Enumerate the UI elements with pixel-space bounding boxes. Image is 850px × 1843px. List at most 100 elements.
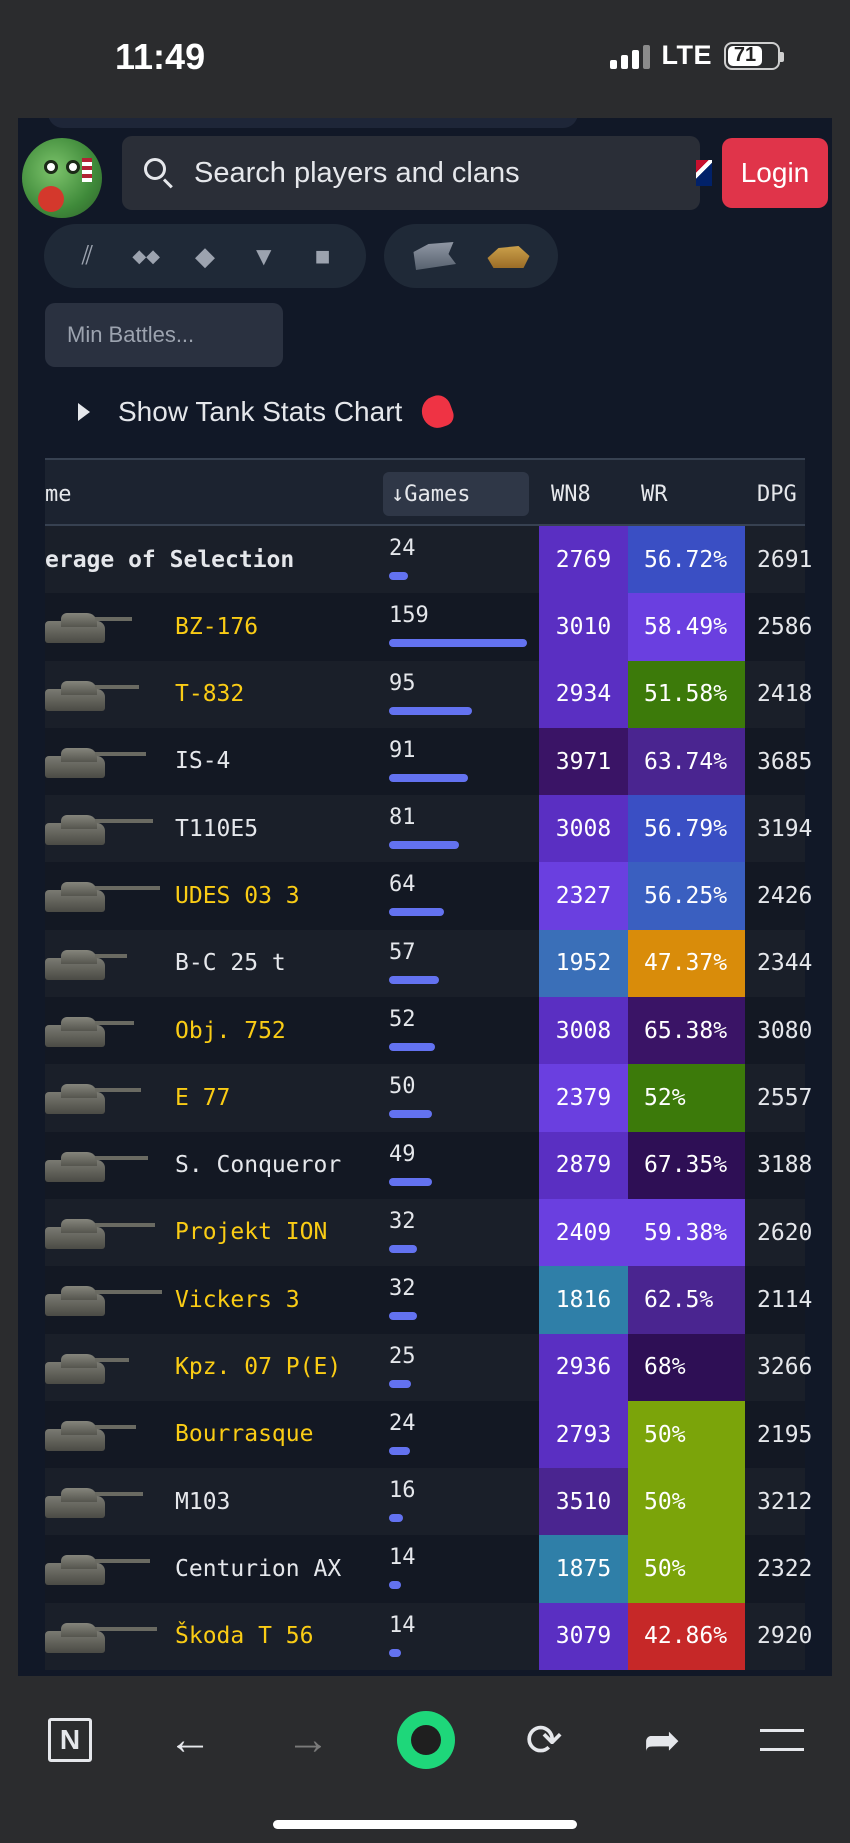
table-row[interactable]: Projekt ION 32 2409 59.38% 2620 xyxy=(45,1198,812,1267)
login-button[interactable]: Login xyxy=(722,138,828,208)
forward-arrow-icon[interactable]: → xyxy=(278,1712,338,1768)
wn8-cell: 3971 xyxy=(539,727,628,796)
tier-x-icon[interactable]: ⫽ xyxy=(67,236,107,276)
winrate-cell: 59.38% xyxy=(628,1198,745,1267)
share-icon[interactable]: ➦ xyxy=(632,1712,692,1768)
column-header-dpg[interactable]: DPG xyxy=(757,460,797,528)
tank-name[interactable]: IS-4 xyxy=(175,728,230,795)
min-battles-input[interactable]: Min Battles... xyxy=(45,303,283,367)
tank-name[interactable]: Vickers 3 xyxy=(175,1266,300,1333)
dpg-cell: 3080 xyxy=(757,1017,813,1044)
diamond-icon[interactable]: ◆ xyxy=(185,236,225,276)
page-margin-left xyxy=(0,118,18,1676)
home-indicator[interactable] xyxy=(273,1820,577,1829)
notion-icon[interactable]: N xyxy=(40,1712,100,1768)
dpg-cell: 2114 xyxy=(757,1286,813,1313)
tank-name[interactable]: erage of Selection xyxy=(45,526,294,593)
table-row[interactable]: Centurion AX 14 1875 50% 2322 xyxy=(45,1535,812,1603)
tank-name[interactable]: Projekt ION xyxy=(175,1199,327,1266)
square-icon[interactable]: ■ xyxy=(303,236,343,276)
column-header-wn8[interactable]: WN8 xyxy=(551,460,591,528)
table-row[interactable]: Vickers 3 32 1816 62.5% 2114 xyxy=(45,1266,812,1334)
table-row[interactable]: IS-4 91 3971 63.74% 3685 xyxy=(45,727,812,796)
tank-type-heavy-icon[interactable] xyxy=(413,242,456,270)
table-row[interactable]: E 77 50 2379 52% 2557 xyxy=(45,1064,812,1132)
games-count: 32 xyxy=(389,1276,416,1302)
tank-name[interactable]: BZ-176 xyxy=(175,593,258,660)
games-count: 50 xyxy=(389,1074,416,1100)
games-bar xyxy=(389,1514,403,1523)
dpg-cell: 2195 xyxy=(757,1421,813,1448)
column-header-games[interactable]: ↓Games xyxy=(383,472,529,516)
tank-name[interactable]: Centurion AX xyxy=(175,1535,341,1602)
browser-bottom-bar: N ← → ⟳ ➦ xyxy=(0,1676,850,1843)
triangle-down-icon[interactable]: ▼ xyxy=(244,236,284,276)
table-body: erage of Selection 24 2769 56.72% 2691 BZ-176… xyxy=(45,526,812,1671)
wn8-cell: 3079 xyxy=(539,1602,628,1671)
winrate-cell: 52% xyxy=(628,1064,745,1132)
wn8-cell: 2769 xyxy=(539,526,628,594)
tier-ix-icon[interactable]: ◆◆ xyxy=(126,236,166,276)
tank-name[interactable]: S. Conqueror xyxy=(175,1132,341,1199)
games-count: 16 xyxy=(389,1478,416,1504)
tank-name[interactable]: Obj. 752 xyxy=(175,997,286,1064)
web-page[interactable]: Search players and clans Login ⫽ ◆◆ ◆ ▼ … xyxy=(18,118,832,1676)
table-row[interactable]: B-C 25 t 57 1952 47.37% 2344 xyxy=(45,929,812,998)
dpg-cell: 2426 xyxy=(757,883,813,910)
table-row[interactable]: UDES 03 3 64 2327 56.25% 2426 xyxy=(45,862,812,930)
table-row[interactable]: M103 16 3510 50% 3212 xyxy=(45,1468,812,1536)
games-count: 64 xyxy=(389,872,416,898)
wn8-cell: 3008 xyxy=(539,997,628,1065)
tank-type-gold-icon[interactable] xyxy=(487,246,530,268)
table-row[interactable]: Kpz. 07 P(E) 25 2936 68% 3266 xyxy=(45,1333,812,1401)
column-header-wr[interactable]: WR xyxy=(641,460,668,528)
wn8-cell: 3008 xyxy=(539,795,628,863)
games-bar xyxy=(389,572,408,580)
opera-icon[interactable] xyxy=(396,1711,456,1769)
table-row[interactable]: S. Conqueror 49 2879 67.35% 3188 xyxy=(45,1131,812,1199)
disclosure-triangle-icon xyxy=(78,403,90,421)
dpg-cell: 2620 xyxy=(757,1219,813,1246)
games-count: 91 xyxy=(389,737,416,763)
header-pill xyxy=(48,118,578,128)
table-row[interactable]: Obj. 752 52 3008 65.38% 3080 xyxy=(45,997,812,1065)
search-input[interactable]: Search players and clans xyxy=(122,136,700,210)
dpg-cell: 2557 xyxy=(757,1085,813,1112)
dpg-cell: 2418 xyxy=(757,681,813,708)
table-row[interactable]: Škoda T 56 14 3079 42.86% 2920 xyxy=(45,1602,812,1671)
games-count: 25 xyxy=(389,1343,416,1369)
table-row[interactable]: T110E5 81 3008 56.79% 3194 xyxy=(45,795,812,863)
reload-icon[interactable]: ⟳ xyxy=(514,1712,574,1768)
tank-name[interactable]: Škoda T 56 xyxy=(175,1603,313,1670)
dpg-cell: 3188 xyxy=(757,1152,813,1179)
tank-name[interactable]: T110E5 xyxy=(175,795,258,862)
menu-icon[interactable] xyxy=(752,1712,812,1768)
tank-name[interactable]: Bourrasque xyxy=(175,1401,313,1468)
tank-name[interactable]: UDES 03 3 xyxy=(175,862,300,929)
uk-flag-icon[interactable] xyxy=(696,160,712,186)
red-blob-icon xyxy=(417,391,457,433)
column-header-name[interactable]: me xyxy=(45,460,72,528)
winrate-cell: 50% xyxy=(628,1535,745,1603)
summary-row[interactable]: erage of Selection 24 2769 56.72% 2691 xyxy=(45,526,812,594)
back-arrow-icon[interactable]: ← xyxy=(160,1712,220,1768)
table-row[interactable]: Bourrasque 24 2793 50% 2195 xyxy=(45,1400,812,1469)
tank-name[interactable]: Kpz. 07 P(E) xyxy=(175,1334,341,1401)
games-count: 24 xyxy=(389,536,416,561)
games-count: 57 xyxy=(389,939,416,965)
winrate-cell: 56.25% xyxy=(628,862,745,930)
table-row[interactable]: BZ-176 159 3010 58.49% 2586 xyxy=(45,593,812,661)
games-bar xyxy=(389,1581,401,1590)
tank-name[interactable]: E 77 xyxy=(175,1064,230,1131)
wn8-cell: 2879 xyxy=(539,1131,628,1199)
games-bar xyxy=(389,1043,435,1052)
show-chart-toggle[interactable]: Show Tank Stats Chart xyxy=(78,388,457,436)
battery-level: 71 xyxy=(728,44,763,66)
page-margin-right xyxy=(832,118,850,1676)
winrate-cell: 67.35% xyxy=(628,1131,745,1199)
tank-name[interactable]: T-832 xyxy=(175,661,244,728)
tank-name[interactable]: B-C 25 t xyxy=(175,930,286,997)
tank-name[interactable]: M103 xyxy=(175,1468,230,1535)
network-type: LTE xyxy=(661,40,712,70)
table-row[interactable]: T-832 95 2934 51.58% 2418 xyxy=(45,660,812,728)
